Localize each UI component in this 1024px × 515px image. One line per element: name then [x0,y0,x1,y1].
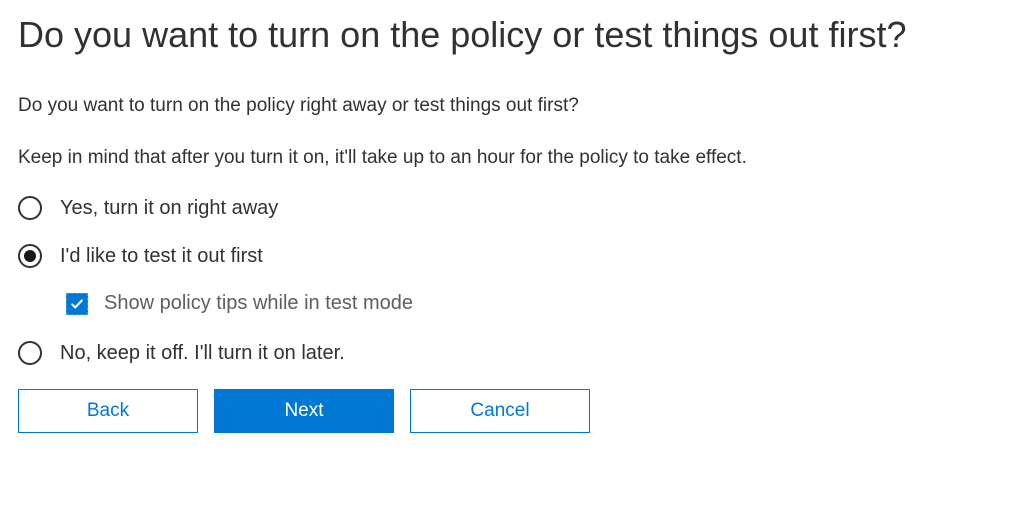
page-title: Do you want to turn on the policy or tes… [18,12,1006,57]
next-button[interactable]: Next [214,389,394,433]
description-line-1: Do you want to turn on the policy right … [18,93,1006,119]
description-line-2: Keep in mind that after you turn it on, … [18,145,1006,171]
radio-option-test-first[interactable]: I'd like to test it out first [18,244,1006,268]
wizard-buttons: Back Next Cancel [18,389,1006,433]
radio-icon [18,341,42,365]
checkbox-show-policy-tips[interactable]: Show policy tips while in test mode [66,292,1006,315]
checkbox-label-show-tips: Show policy tips while in test mode [104,292,413,315]
cancel-button[interactable]: Cancel [410,389,590,433]
back-button[interactable]: Back [18,389,198,433]
radio-label-on-now: Yes, turn it on right away [60,197,278,220]
radio-option-keep-off[interactable]: No, keep it off. I'll turn it on later. [18,341,1006,365]
radio-option-on-now[interactable]: Yes, turn it on right away [18,196,1006,220]
radio-icon [18,244,42,268]
radio-icon [18,196,42,220]
radio-label-test-first: I'd like to test it out first [60,245,263,268]
checkmark-icon [66,293,88,315]
radio-label-keep-off: No, keep it off. I'll turn it on later. [60,342,345,365]
policy-mode-options: Yes, turn it on right away I'd like to t… [18,196,1006,365]
